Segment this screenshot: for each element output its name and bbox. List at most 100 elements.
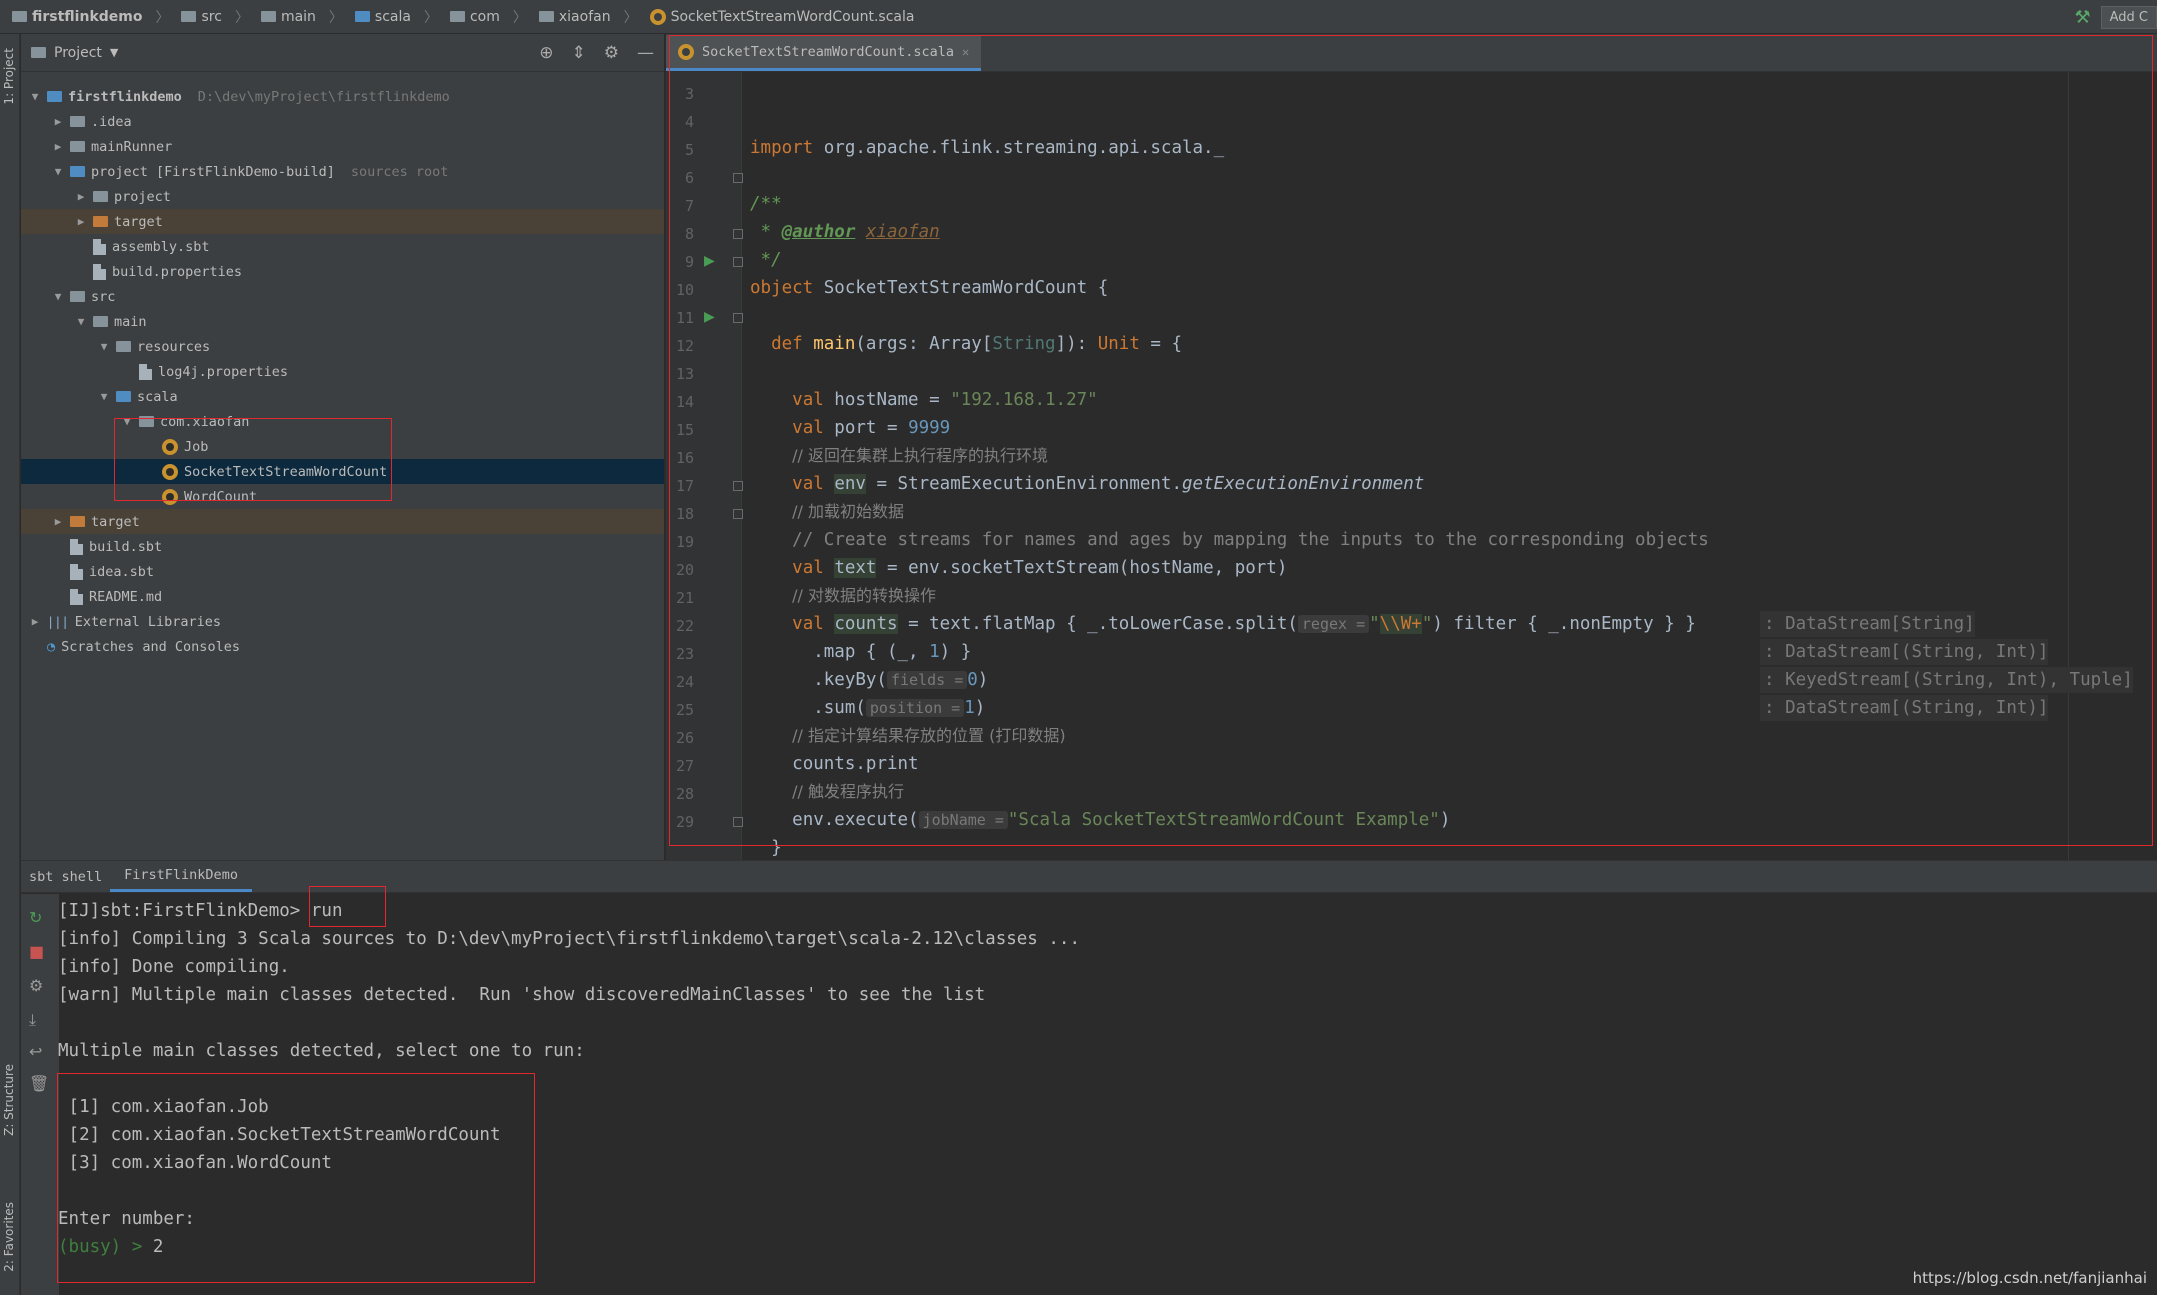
tab-sbt-shell[interactable]: sbt shell	[21, 861, 110, 892]
tree-item[interactable]: ▶ mainRunner	[21, 134, 664, 159]
tab-first-flink-demo[interactable]: FirstFlinkDemo	[110, 861, 252, 892]
project-view-selector[interactable]: Project	[54, 45, 102, 61]
tree-item[interactable]: ▶ .idea	[21, 109, 664, 134]
breadcrumb-item-project[interactable]: firstflinkdemo 〉	[6, 7, 175, 27]
console-line: [2] com.xiaofan.SocketTextStreamWordCoun…	[58, 1125, 501, 1145]
sbt-file-icon	[93, 238, 106, 255]
tree-item-label: scala	[137, 388, 178, 405]
tree-item-label: log4j.properties	[158, 363, 289, 380]
code-line-16: val env = StreamExecutionEnvironment.get…	[792, 474, 1425, 494]
project-tool-tab[interactable]: 1: Project	[2, 48, 16, 105]
gear-icon[interactable]: ⚙	[604, 43, 619, 63]
chevron-right-icon[interactable]: ▶	[50, 140, 66, 153]
resources-folder-icon	[116, 341, 131, 352]
console-input-line[interactable]: (busy) > 2	[58, 1233, 163, 1261]
code-line-22: .map { (_, 1) }	[813, 642, 972, 662]
breadcrumb-item-xiaofan[interactable]: xiaofan 〉	[533, 7, 644, 27]
chevron-right-icon[interactable]: ▶	[73, 215, 89, 228]
param-hint-jobname: jobName =	[918, 811, 1008, 829]
chevron-down-icon[interactable]: ▼	[96, 390, 112, 403]
fold-marker-icon[interactable]	[733, 257, 743, 267]
breadcrumb-item-scala[interactable]: scala 〉	[349, 7, 444, 27]
tree-item[interactable]: build.properties	[21, 259, 664, 284]
hide-icon[interactable]: —	[637, 43, 654, 63]
fold-marker-icon[interactable]	[733, 481, 743, 491]
chevron-down-icon[interactable]: ▼	[73, 315, 89, 328]
tree-item[interactable]: log4j.properties	[21, 359, 664, 384]
tree-item-label: com.xiaofan	[160, 413, 250, 430]
collapse-all-icon[interactable]: ⇕	[572, 43, 586, 63]
chevron-right-icon[interactable]: ▶	[73, 190, 89, 203]
build-hammer-icon[interactable]: ⚒	[2074, 7, 2090, 28]
tree-item[interactable]: ▼ com.xiaofan	[21, 409, 664, 434]
tree-item[interactable]: Job	[21, 434, 664, 459]
stop-icon[interactable]: ■	[29, 942, 44, 961]
chevron-right-icon[interactable]: ▶	[50, 515, 66, 528]
locate-icon[interactable]: ⊕	[539, 43, 553, 63]
tree-item[interactable]: ▼ src	[21, 284, 664, 309]
chevron-down-icon[interactable]: ▼	[50, 165, 66, 178]
settings-icon[interactable]: ⚙	[29, 976, 43, 995]
scala-object-icon	[678, 43, 694, 60]
code-line-4: import org.apache.flink.streaming.api.sc…	[750, 138, 1225, 158]
tree-item[interactable]: ◔ Scratches and Consoles	[21, 634, 664, 659]
breadcrumb-item-file[interactable]: SocketTextStreamWordCount.scala	[644, 8, 921, 25]
tree-item[interactable]: ▶ project	[21, 184, 664, 209]
console-line: [info] Done compiling.	[58, 957, 290, 977]
tree-item[interactable]: ▼ firstflinkdemo D:\dev\myProject\firstfli…	[21, 84, 664, 109]
tree-item[interactable]: ▶ ||| External Libraries	[21, 609, 664, 634]
favorites-tool-tab[interactable]: 2: Favorites	[2, 1202, 16, 1272]
type-hint: : KeyedStream[(String, Int), Tuple]	[1760, 667, 2133, 693]
breadcrumb-item-src[interactable]: src 〉	[175, 7, 254, 27]
restart-icon[interactable]: ↻	[29, 908, 42, 927]
tree-item[interactable]: WordCount	[21, 484, 664, 509]
chevron-down-icon[interactable]: ▼	[27, 90, 43, 103]
scroll-to-end-icon[interactable]: ⤓	[29, 1010, 36, 1030]
tree-item[interactable]: build.sbt	[21, 534, 664, 559]
tree-item[interactable]: ▶ target	[21, 509, 664, 534]
chevron-right-icon[interactable]: ▶	[27, 615, 43, 628]
run-gutter-icon[interactable]: ▶	[704, 309, 715, 325]
close-icon[interactable]: ✕	[962, 45, 969, 59]
tree-item[interactable]: ▼ project [FirstFlinkDemo-build] sources r…	[21, 159, 664, 184]
line-number: 8	[684, 225, 694, 243]
chevron-down-icon[interactable]: ▼	[50, 290, 66, 303]
chevron-down-icon[interactable]: ▼	[110, 46, 118, 59]
tree-item-label: External Libraries	[74, 613, 221, 630]
tree-item[interactable]: SocketTextStreamWordCount	[21, 459, 664, 484]
soft-wrap-icon[interactable]: ↩	[29, 1042, 42, 1061]
fold-marker-icon[interactable]	[733, 173, 743, 183]
code-line-15: // 返回在集群上执行程序的执行环境	[792, 446, 1049, 465]
chevron-right-icon[interactable]: ▶	[50, 115, 66, 128]
fold-marker-icon[interactable]	[733, 313, 743, 323]
breadcrumb-item-main[interactable]: main 〉	[255, 7, 349, 27]
sbt-shell-panel: sbt shell FirstFlinkDemo ↻ ■ ⚙ ⤓ ↩ 🗑 [IJ…	[21, 860, 2157, 1295]
tree-item[interactable]: ▼ main	[21, 309, 664, 334]
editor-tab-socket-text-stream-word-count[interactable]: SocketTextStreamWordCount.scala ✕	[666, 35, 982, 71]
run-gutter-icon[interactable]: ▶	[704, 253, 715, 269]
tree-item[interactable]: ▶ target	[21, 209, 664, 234]
tree-item[interactable]: README.md	[21, 584, 664, 609]
trash-icon[interactable]: 🗑	[29, 1074, 49, 1093]
chevron-down-icon[interactable]: ▼	[119, 415, 135, 428]
structure-tool-tab[interactable]: Z: Structure	[2, 1064, 16, 1136]
chevron-down-icon[interactable]: ▼	[96, 340, 112, 353]
tree-item[interactable]: ▼ scala	[21, 384, 664, 409]
fold-marker-icon[interactable]	[733, 817, 743, 827]
tree-item[interactable]: idea.sbt	[21, 559, 664, 584]
line-number: 17	[675, 477, 694, 495]
breadcrumb-item-com[interactable]: com 〉	[444, 7, 533, 27]
tree-item-label: README.md	[89, 588, 163, 605]
tree-item[interactable]: ▼ resources	[21, 334, 664, 359]
tree-item[interactable]: assembly.sbt	[21, 234, 664, 259]
tree-item-label: build.properties	[112, 263, 243, 280]
fold-marker-icon[interactable]	[733, 229, 743, 239]
code-line-26: counts.print	[792, 754, 919, 774]
add-configuration-button[interactable]: Add C	[2100, 5, 2157, 29]
fold-marker-icon[interactable]	[733, 509, 743, 519]
code-editor: SocketTextStreamWordCount.scala ✕ 3 4 5 6 7 8…	[666, 34, 2157, 860]
line-number: 7	[684, 197, 694, 215]
watermark: https://blog.csdn.net/fanjianhai	[1912, 1269, 2147, 1287]
source-folder-icon	[116, 391, 131, 402]
tree-item-label: assembly.sbt	[112, 238, 210, 255]
